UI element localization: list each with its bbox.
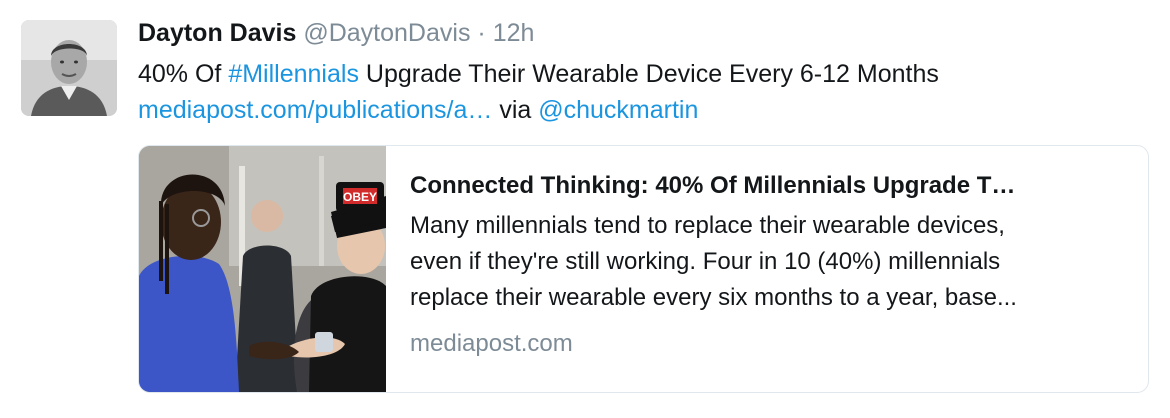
card-domain: mediapost.com [410, 330, 573, 357]
hashtag-link[interactable]: #Millennials [228, 60, 359, 88]
tweet-text-prefix: 40% Of [138, 60, 229, 88]
separator-dot: · [477, 19, 486, 47]
link-preview-card[interactable]: OBEY Connected Thinking: 40% Of Millenni… [138, 145, 1149, 393]
card-description: Many millennials tend to replace their w… [410, 212, 1017, 311]
card-body: Connected Thinking: 40% Of Millennials U… [410, 166, 1130, 362]
article-url-link[interactable]: mediapost.com/publications/a… [138, 96, 492, 124]
mention-link[interactable]: @chuckmartin [538, 96, 698, 124]
avatar[interactable] [21, 20, 117, 116]
tweet-text-line-2: mediapost.com/publications/a… via @chuck… [138, 92, 1148, 128]
cap-logo-text: OBEY [343, 190, 377, 204]
avatar-image [21, 20, 117, 116]
tweet[interactable]: Dayton Davis @DaytonDavis · 12h 40% Of #… [0, 0, 1170, 418]
author-handle[interactable]: @DaytonDavis [303, 19, 470, 47]
card-title[interactable]: Connected Thinking: 40% Of Millennials U… [410, 166, 1130, 206]
tweet-timestamp[interactable]: 12h [493, 19, 535, 47]
tweet-text-line-1: 40% Of #Millennials Upgrade Their Wearab… [138, 56, 1148, 92]
via-text: via [499, 96, 532, 124]
tweet-header: Dayton Davis @DaytonDavis · 12h [138, 16, 534, 50]
tweet-text: 40% Of #Millennials Upgrade Their Wearab… [138, 56, 1148, 128]
card-image: OBEY [139, 146, 386, 392]
tweet-text-suffix: Upgrade Their Wearable Device Every 6-12… [358, 60, 939, 88]
author-name[interactable]: Dayton Davis [138, 19, 296, 47]
